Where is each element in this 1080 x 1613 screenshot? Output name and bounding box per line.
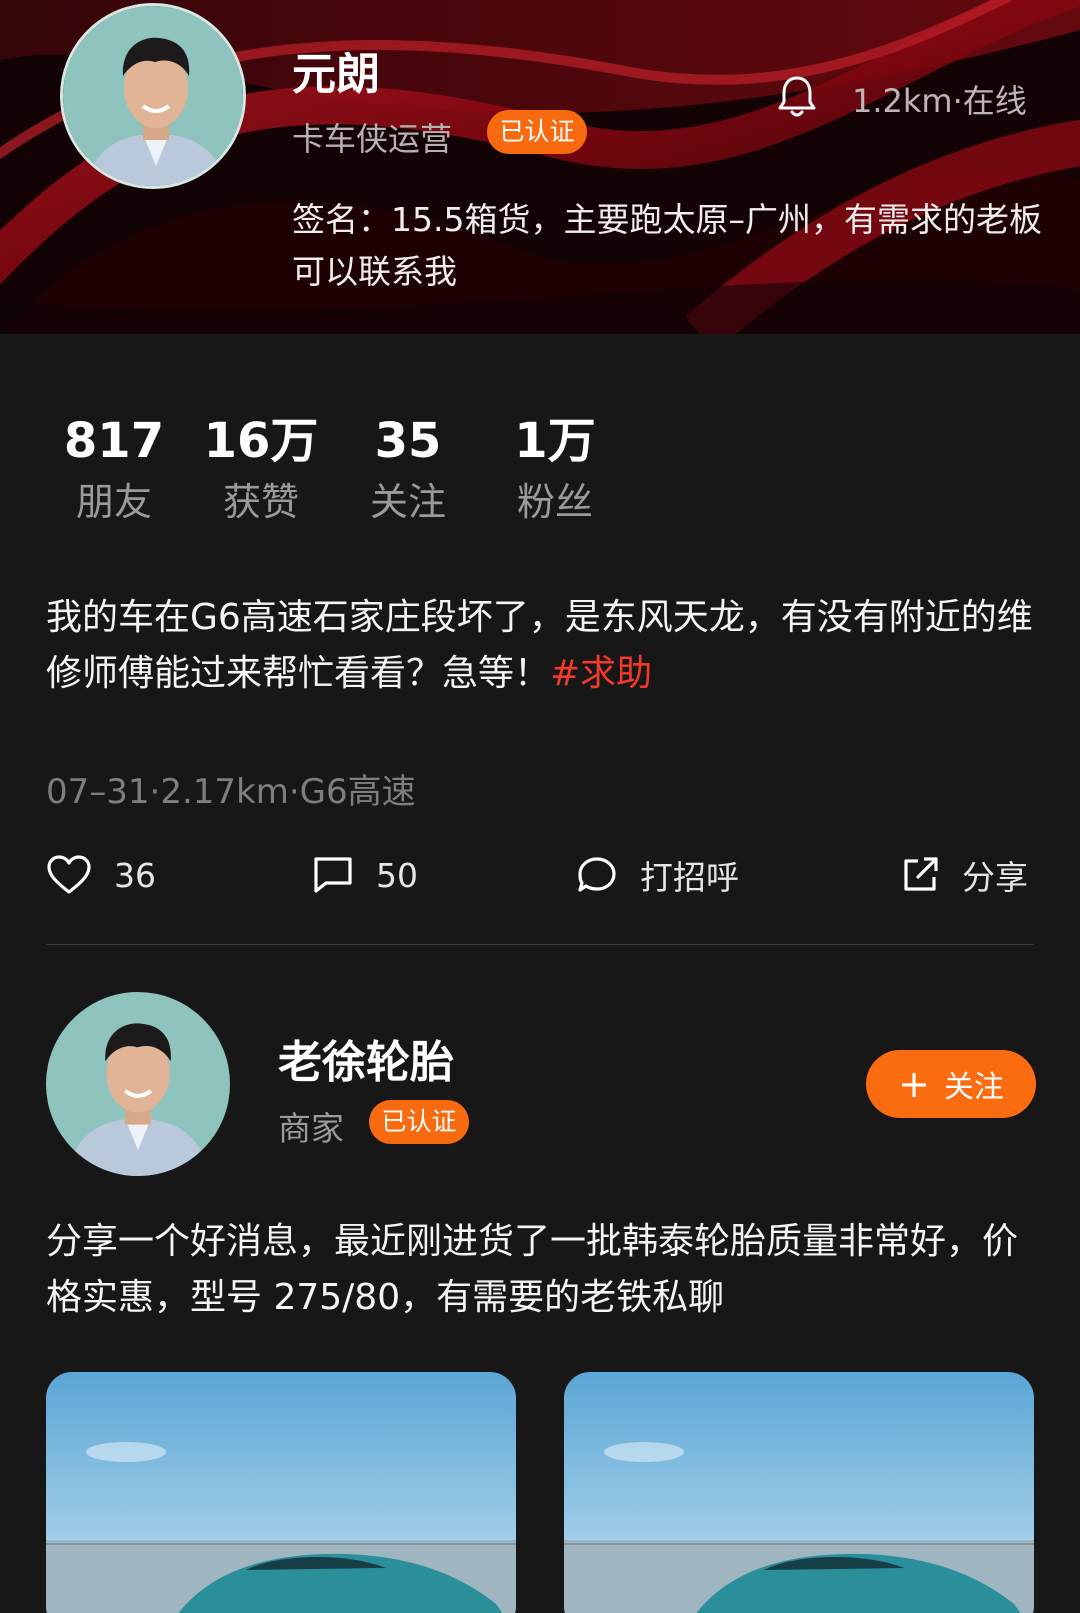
- stat-label: 获赞: [222, 480, 299, 524]
- heart-icon: [47, 855, 91, 894]
- post-text[interactable]: 分享一个好消息，最近刚进货了一批韩泰轮胎质量非常好，价格实惠，型号 275/80…: [46, 1214, 1036, 1326]
- app-screen: 元朗 卡车侠运营 已认证 1.2km·在线 签名：15.5箱货，主要跑太原–广州…: [0, 0, 1080, 1613]
- post-body: 我的车在G6高速石家庄段坏了，是东风天龙，有没有附近的维修师傅能过来帮忙看看？急…: [46, 597, 1033, 694]
- author-name[interactable]: 老徐轮胎: [278, 1026, 454, 1090]
- hashtag-link[interactable]: #求助: [550, 653, 652, 694]
- user-role: 卡车侠运营: [292, 120, 453, 158]
- share-label: 分享: [962, 858, 1028, 897]
- comment-button[interactable]: 50: [312, 850, 418, 900]
- stat-label: 朋友: [75, 480, 152, 524]
- car-photo: [564, 1372, 1034, 1613]
- post-text[interactable]: 我的车在G6高速石家庄段坏了，是东风天龙，有没有附近的维修师傅能过来帮忙看看？急…: [46, 590, 1036, 702]
- post-image[interactable]: [564, 1372, 1034, 1613]
- like-button[interactable]: 36: [46, 850, 156, 900]
- post-meta: 07–31·2.17km·G6高速: [46, 772, 416, 812]
- stat-value: 817: [63, 413, 165, 469]
- distance-status: 1.2km·在线: [852, 82, 1027, 120]
- stat-friends[interactable]: 817 朋友: [54, 408, 174, 530]
- stat-following[interactable]: 35 关注: [348, 408, 468, 530]
- avatar-image: [46, 992, 230, 1176]
- greet-label: 打招呼: [640, 858, 739, 897]
- comment-count: 50: [376, 855, 418, 895]
- share-icon: [904, 857, 938, 891]
- bell-icon[interactable]: [775, 72, 819, 120]
- stat-label: 关注: [369, 480, 446, 524]
- post-divider: [46, 944, 1034, 945]
- user-signature: 签名：15.5箱货，主要跑太原–广州，有需求的老板可以联系我: [292, 200, 1042, 291]
- stat-value: 1万: [514, 413, 596, 469]
- author-role: 商家: [278, 1109, 344, 1148]
- plus-icon: +: [898, 1062, 930, 1106]
- stat-label: 粉丝: [516, 480, 593, 524]
- author-avatar[interactable]: [46, 992, 230, 1176]
- follow-button[interactable]: + 关注: [866, 1050, 1036, 1118]
- stat-value: 35: [374, 413, 442, 469]
- chat-bubble-icon: [578, 857, 616, 892]
- follow-label: 关注: [943, 1070, 1004, 1105]
- share-button[interactable]: 分享: [900, 850, 1028, 900]
- stat-likes[interactable]: 16万 获赞: [201, 408, 321, 530]
- greet-button[interactable]: 打招呼: [576, 850, 739, 900]
- verified-badge: 已认证: [369, 1100, 469, 1144]
- profile-header: 元朗 卡车侠运营 已认证 1.2km·在线 签名：15.5箱货，主要跑太原–广州…: [0, 0, 1080, 334]
- stat-value: 16万: [203, 413, 319, 469]
- stat-followers[interactable]: 1万 粉丝: [495, 408, 615, 530]
- comment-icon: [314, 857, 352, 893]
- user-name: 元朗: [292, 49, 380, 100]
- profile-avatar[interactable]: [60, 3, 246, 189]
- post-image[interactable]: [46, 1372, 516, 1613]
- like-count: 36: [114, 855, 156, 895]
- car-photo: [46, 1372, 516, 1613]
- avatar-image: [63, 6, 243, 186]
- verified-badge: 已认证: [487, 110, 587, 154]
